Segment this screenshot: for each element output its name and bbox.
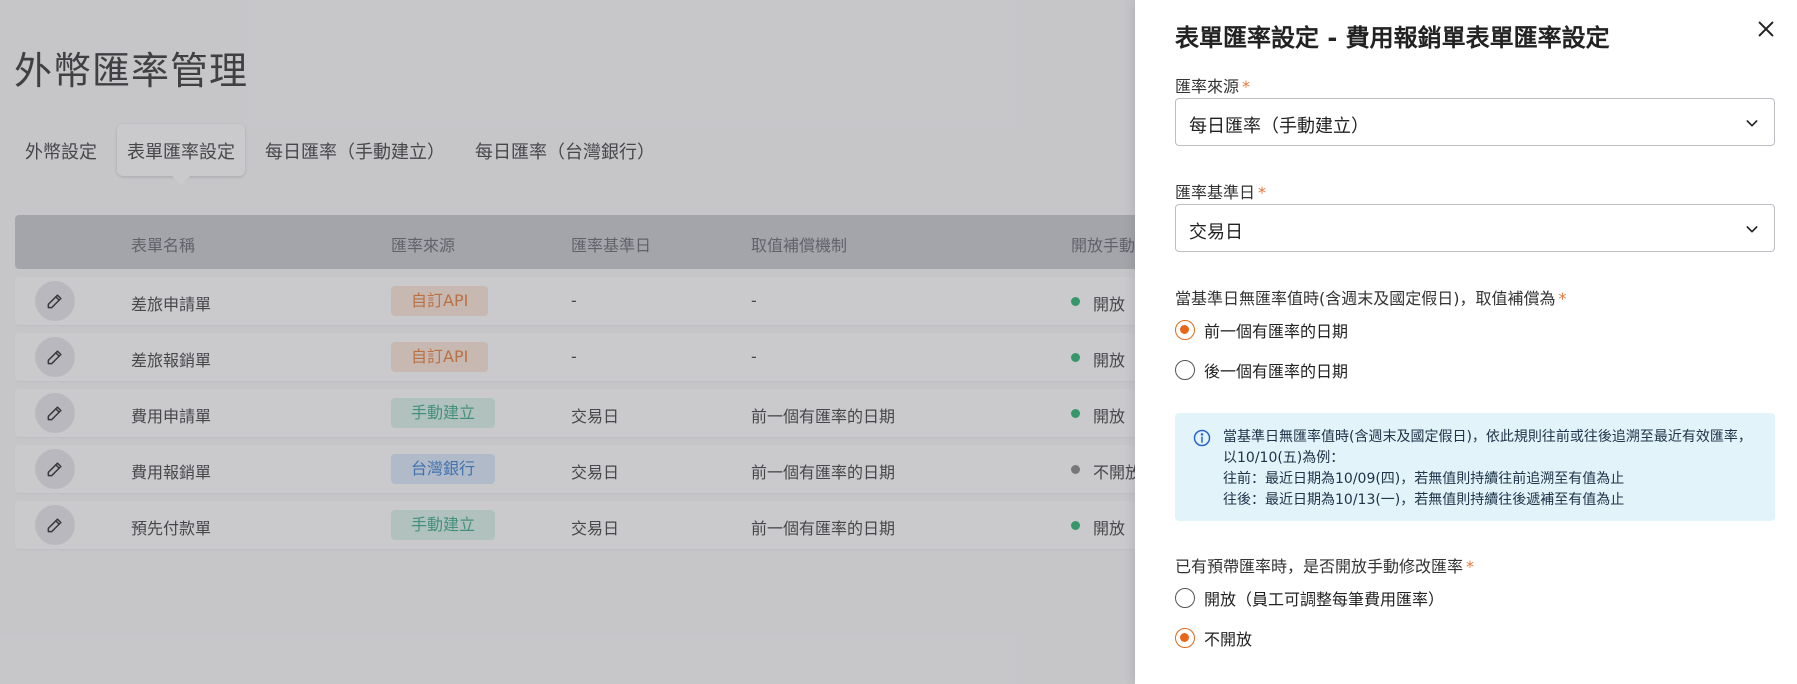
drawer-title: 表單匯率設定 - 費用報銷單表單匯率設定 (1175, 24, 1610, 52)
base-date-label: 匯率基準日 * (1175, 183, 1267, 202)
base-date-value: 交易日 (1189, 222, 1243, 243)
fallback-label: 當基準日無匯率值時(含週末及國定假日)，取值補償為 * (1175, 289, 1567, 308)
radio-label: 前一個有匯率的日期 (1204, 322, 1349, 341)
radio-label: 開放（員工可調整每筆費用匯率） (1204, 590, 1445, 609)
radio-button[interactable] (1175, 588, 1195, 608)
required-mark: * (1242, 77, 1251, 96)
info-text: 往前：最近日期為10/09(四)，若無值則持續往前追溯至有值為止 (1223, 471, 1625, 487)
info-text: 往後：最近日期為10/13(一)，若無值則持續往後遞補至有值為止 (1223, 492, 1625, 508)
info-icon (1193, 429, 1211, 447)
chevron-down-icon (1746, 120, 1758, 127)
manual-edit-label: 已有預帶匯率時，是否開放手動修改匯率 * (1175, 557, 1475, 576)
required-mark: * (1558, 289, 1567, 308)
settings-drawer: 表單匯率設定 - 費用報銷單表單匯率設定 匯率來源 * 每日匯率（手動建立） 匯率… (1135, 0, 1797, 684)
fallback-option-previous[interactable]: 前一個有匯率的日期 (1175, 318, 1348, 342)
manual-option-closed[interactable]: 不開放 (1175, 626, 1252, 650)
close-icon[interactable] (1755, 18, 1777, 40)
radio-label: 後一個有匯率的日期 (1204, 362, 1349, 381)
required-mark: * (1466, 557, 1475, 576)
required-mark: * (1258, 183, 1267, 202)
fallback-option-next[interactable]: 後一個有匯率的日期 (1175, 358, 1348, 382)
info-box: 當基準日無匯率值時(含週末及國定假日)，依此規則往前或往後追溯至最近有效匯率， … (1175, 413, 1775, 521)
radio-label: 不開放 (1204, 630, 1253, 649)
info-text: 當基準日無匯率值時(含週末及國定假日)，依此規則往前或往後追溯至最近有效匯率， (1223, 429, 1752, 445)
base-date-select[interactable]: 交易日 (1175, 204, 1775, 252)
rate-source-select[interactable]: 每日匯率（手動建立） (1175, 98, 1775, 146)
manual-option-open[interactable]: 開放（員工可調整每筆費用匯率） (1175, 586, 1444, 610)
rate-source-label: 匯率來源 * (1175, 77, 1251, 96)
rate-source-value: 每日匯率（手動建立） (1189, 116, 1369, 137)
radio-button[interactable] (1175, 360, 1195, 380)
radio-button[interactable] (1175, 320, 1195, 340)
chevron-down-icon (1746, 226, 1758, 233)
info-text: 以10/10(五)為例： (1223, 450, 1345, 466)
radio-button[interactable] (1175, 628, 1195, 648)
